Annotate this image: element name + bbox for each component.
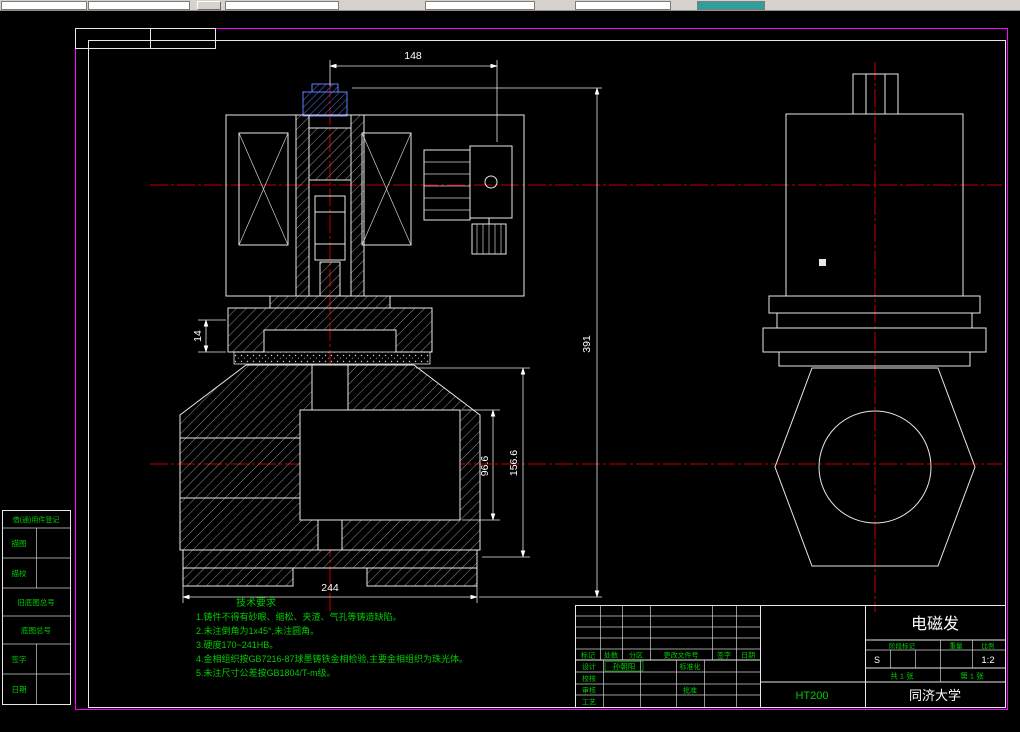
tb-header-scale: 比例 (982, 641, 995, 650)
title-block: 标记 处数 分区 更改文件号 签字 日期 设计 孙朝阳 标准化 校核 审核 批准… (575, 605, 1006, 708)
tb-role-process: 工艺 (582, 699, 596, 707)
dim-156-6: 156.6 (508, 450, 520, 476)
tb-role-design: 设计 (582, 662, 596, 671)
top-toolbar (0, 0, 1020, 11)
tb-role-standard: 标准化 (680, 662, 701, 671)
dim-14: 14 (192, 330, 204, 342)
margin-row-3: 描校 (12, 568, 27, 578)
tech-title: 技术要求 (236, 596, 276, 609)
tb-scale-value: 1:2 (981, 655, 994, 666)
tech-note-4: 4.金相组织按GB7216-87球墨铸铁金相检验,主要金相组织为珠光体。 (196, 653, 468, 664)
tb-header-change-doc: 更改文件号 (664, 651, 699, 660)
tb-designer-name: 孙朝阳 (613, 661, 636, 671)
tb-company: 同济大学 (909, 688, 961, 703)
tb-role-check: 校核 (582, 674, 596, 683)
margin-table: 借(通)用件登记 描图 描校 旧底图总号 底图总号 签字 日期 (2, 510, 71, 705)
tb-header-count: 处数 (604, 651, 618, 660)
dim-391: 391 (581, 335, 593, 353)
tb-stage-mark: S (874, 655, 880, 665)
margin-row-7: 日期 (12, 685, 27, 694)
tb-material: HT200 (795, 690, 828, 702)
margin-row-6: 签字 (12, 654, 27, 664)
margin-row-1: 借(通)用件登记 (13, 515, 60, 524)
sheet-frame (75, 28, 1008, 710)
tb-role-approve: 批准 (683, 686, 697, 695)
tech-note-1: 1.铸件不得有砂眼、缩松、夹渣、气孔等铸造缺陷。 (196, 611, 402, 622)
tb-header-sign: 签字 (717, 651, 731, 660)
connector (423, 145, 513, 255)
section-view (179, 83, 525, 587)
dim-148: 148 (404, 50, 422, 62)
technical-requirements: 技术要求 1.铸件不得有砂眼、缩松、夹渣、气孔等铸造缺陷。 2.未注倒角为1x4… (196, 596, 468, 678)
cad-application: { "dimensions": { "d148": "148", "d391":… (0, 0, 1020, 732)
coil-right (361, 132, 412, 246)
tb-header-mark: 标记 (581, 651, 595, 660)
linetype-combo[interactable] (575, 1, 671, 10)
tb-header-date: 日期 (741, 652, 755, 660)
coil-left (238, 132, 289, 246)
layer-combo[interactable] (225, 1, 339, 10)
dim-96-6: 96.6 (479, 456, 491, 477)
dim-244: 244 (321, 582, 339, 594)
color-combo[interactable] (425, 1, 535, 10)
toolbar-button[interactable] (197, 1, 221, 10)
command-field[interactable] (1, 1, 87, 10)
tb-sheets-page: 第 1 张 (960, 671, 984, 681)
color-swatch-combo[interactable] (697, 1, 765, 10)
tb-part-title: 电磁发 (911, 615, 959, 633)
margin-row-4: 旧底图总号 (17, 597, 55, 607)
tb-header-zone: 分区 (629, 651, 643, 660)
tb-role-review: 审核 (582, 686, 596, 695)
margin-row-5: 底图总号 (21, 625, 51, 635)
tb-header-stage: 阶段标记 (889, 641, 916, 650)
tb-sheets-total: 共 1 张 (890, 672, 914, 681)
tech-note-5: 5.未注尺寸公差按GB1804/T-m级。 (196, 667, 336, 678)
style-combo[interactable] (88, 1, 190, 10)
tb-header-weight: 重量 (950, 642, 964, 650)
tech-note-3: 3.硬度170~241HB。 (196, 639, 278, 650)
drawing-canvas[interactable]: 148 391 14 96.6 156.6 244 技术要求 1.铸件不得有砂眼… (0, 0, 1020, 732)
margin-row-2: 描图 (12, 538, 27, 548)
tech-note-2: 2.未注倒角为1x45°,未注圆角。 (196, 625, 319, 636)
